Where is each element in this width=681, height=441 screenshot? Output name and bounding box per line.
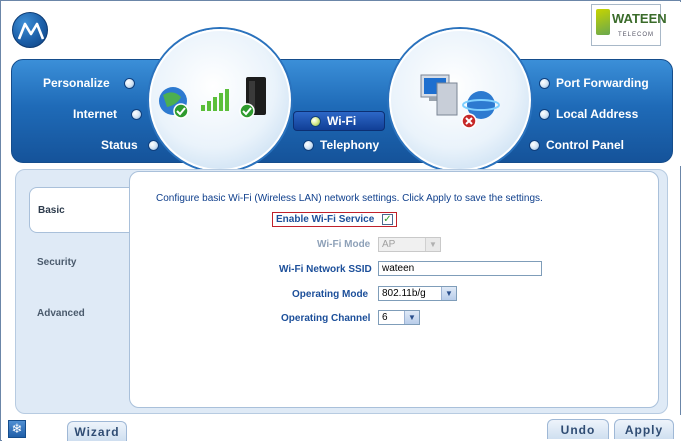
wifi-mode-select[interactable]: AP ▼ (378, 237, 441, 252)
wifi-mode-value: AP (382, 239, 396, 250)
wateen-name: WATEEN (612, 11, 667, 26)
tab-basic-label: Basic (38, 204, 65, 216)
tab-advanced-label: Advanced (37, 307, 85, 319)
nav-wifi-label: Wi-Fi (327, 114, 357, 128)
nav-dot-icon (303, 139, 314, 151)
operating-channel-select[interactable]: 6 ▼ (378, 310, 420, 325)
nav-telephony-label: Telephony (320, 138, 380, 152)
check-icon: ✓ (383, 214, 392, 225)
operating-mode-select[interactable]: 802.11b/g ▼ (378, 286, 457, 301)
tab-security[interactable]: Security (29, 239, 129, 285)
globe-signal-router-icon (159, 77, 266, 119)
nav-internet[interactable]: Internet (73, 107, 143, 121)
nav-dot-icon (123, 77, 135, 89)
enable-wifi-checkbox[interactable]: ✓ (382, 214, 393, 225)
operating-mode-label: Operating Mode (292, 289, 369, 300)
nav-control-panel[interactable]: Control Panel (529, 138, 624, 152)
nav-dot-icon (539, 108, 550, 120)
tab-basic[interactable]: Basic (29, 187, 129, 233)
tab-advanced[interactable]: Advanced (29, 290, 129, 336)
nav-dot-icon (147, 139, 159, 151)
enable-wifi-row: Enable Wi-Fi Service (272, 212, 397, 227)
router-admin-window: WATEEN TELECOM Personalize Internet Stat… (0, 0, 681, 441)
wateen-sub: TELECOM (618, 32, 655, 38)
network-bubble (149, 29, 291, 171)
nav-internet-label: Internet (73, 107, 118, 121)
nav-personalize[interactable]: Personalize (43, 76, 135, 90)
nav-personalize-label: Personalize (43, 76, 110, 90)
nav-status[interactable]: Status (101, 138, 159, 152)
operating-mode-value: 802.11b/g (382, 288, 426, 299)
nav-dot-active-icon (310, 115, 321, 127)
tab-security-label: Security (37, 256, 77, 268)
ssid-label: Wi-Fi Network SSID (279, 264, 372, 275)
nav-telephony[interactable]: Telephony (303, 138, 379, 152)
nav-port-forwarding[interactable]: Port Forwarding (539, 76, 649, 90)
apply-button[interactable]: Apply (614, 419, 674, 439)
intro-text: Configure basic Wi-Fi (Wireless LAN) net… (156, 193, 543, 204)
chevron-down-icon: ▼ (404, 311, 419, 324)
operating-channel-label: Operating Channel (281, 313, 371, 324)
chevron-down-icon: ▼ (425, 238, 440, 251)
nav-dot-icon (539, 77, 550, 89)
wateen-logo: WATEEN TELECOM (591, 4, 667, 46)
computer-network-icon (420, 74, 500, 129)
undo-button[interactable]: Undo (547, 419, 609, 439)
wateen-mark-icon (596, 9, 610, 35)
nav-local-address-label: Local Address (556, 107, 639, 121)
operating-channel-value: 6 (382, 312, 388, 323)
chevron-down-icon: ▼ (441, 287, 456, 300)
wizard-button[interactable]: Wizard (67, 421, 127, 441)
computer-bubble (389, 29, 531, 171)
snowflake-icon[interactable]: ❄ (8, 420, 26, 438)
nav-local-address[interactable]: Local Address (539, 107, 638, 121)
nav-port-forwarding-label: Port Forwarding (556, 76, 649, 90)
wifi-mode-label: Wi-Fi Mode (317, 239, 371, 250)
nav-status-label: Status (101, 138, 138, 152)
nav-wifi[interactable]: Wi-Fi (293, 111, 385, 131)
motorola-logo-icon (12, 12, 48, 48)
nav-control-panel-label: Control Panel (546, 138, 625, 152)
nav-dot-icon (529, 139, 540, 151)
nav-dot-icon (131, 108, 143, 120)
enable-wifi-label: Enable Wi-Fi Service (276, 214, 375, 225)
ssid-input[interactable] (378, 261, 542, 276)
